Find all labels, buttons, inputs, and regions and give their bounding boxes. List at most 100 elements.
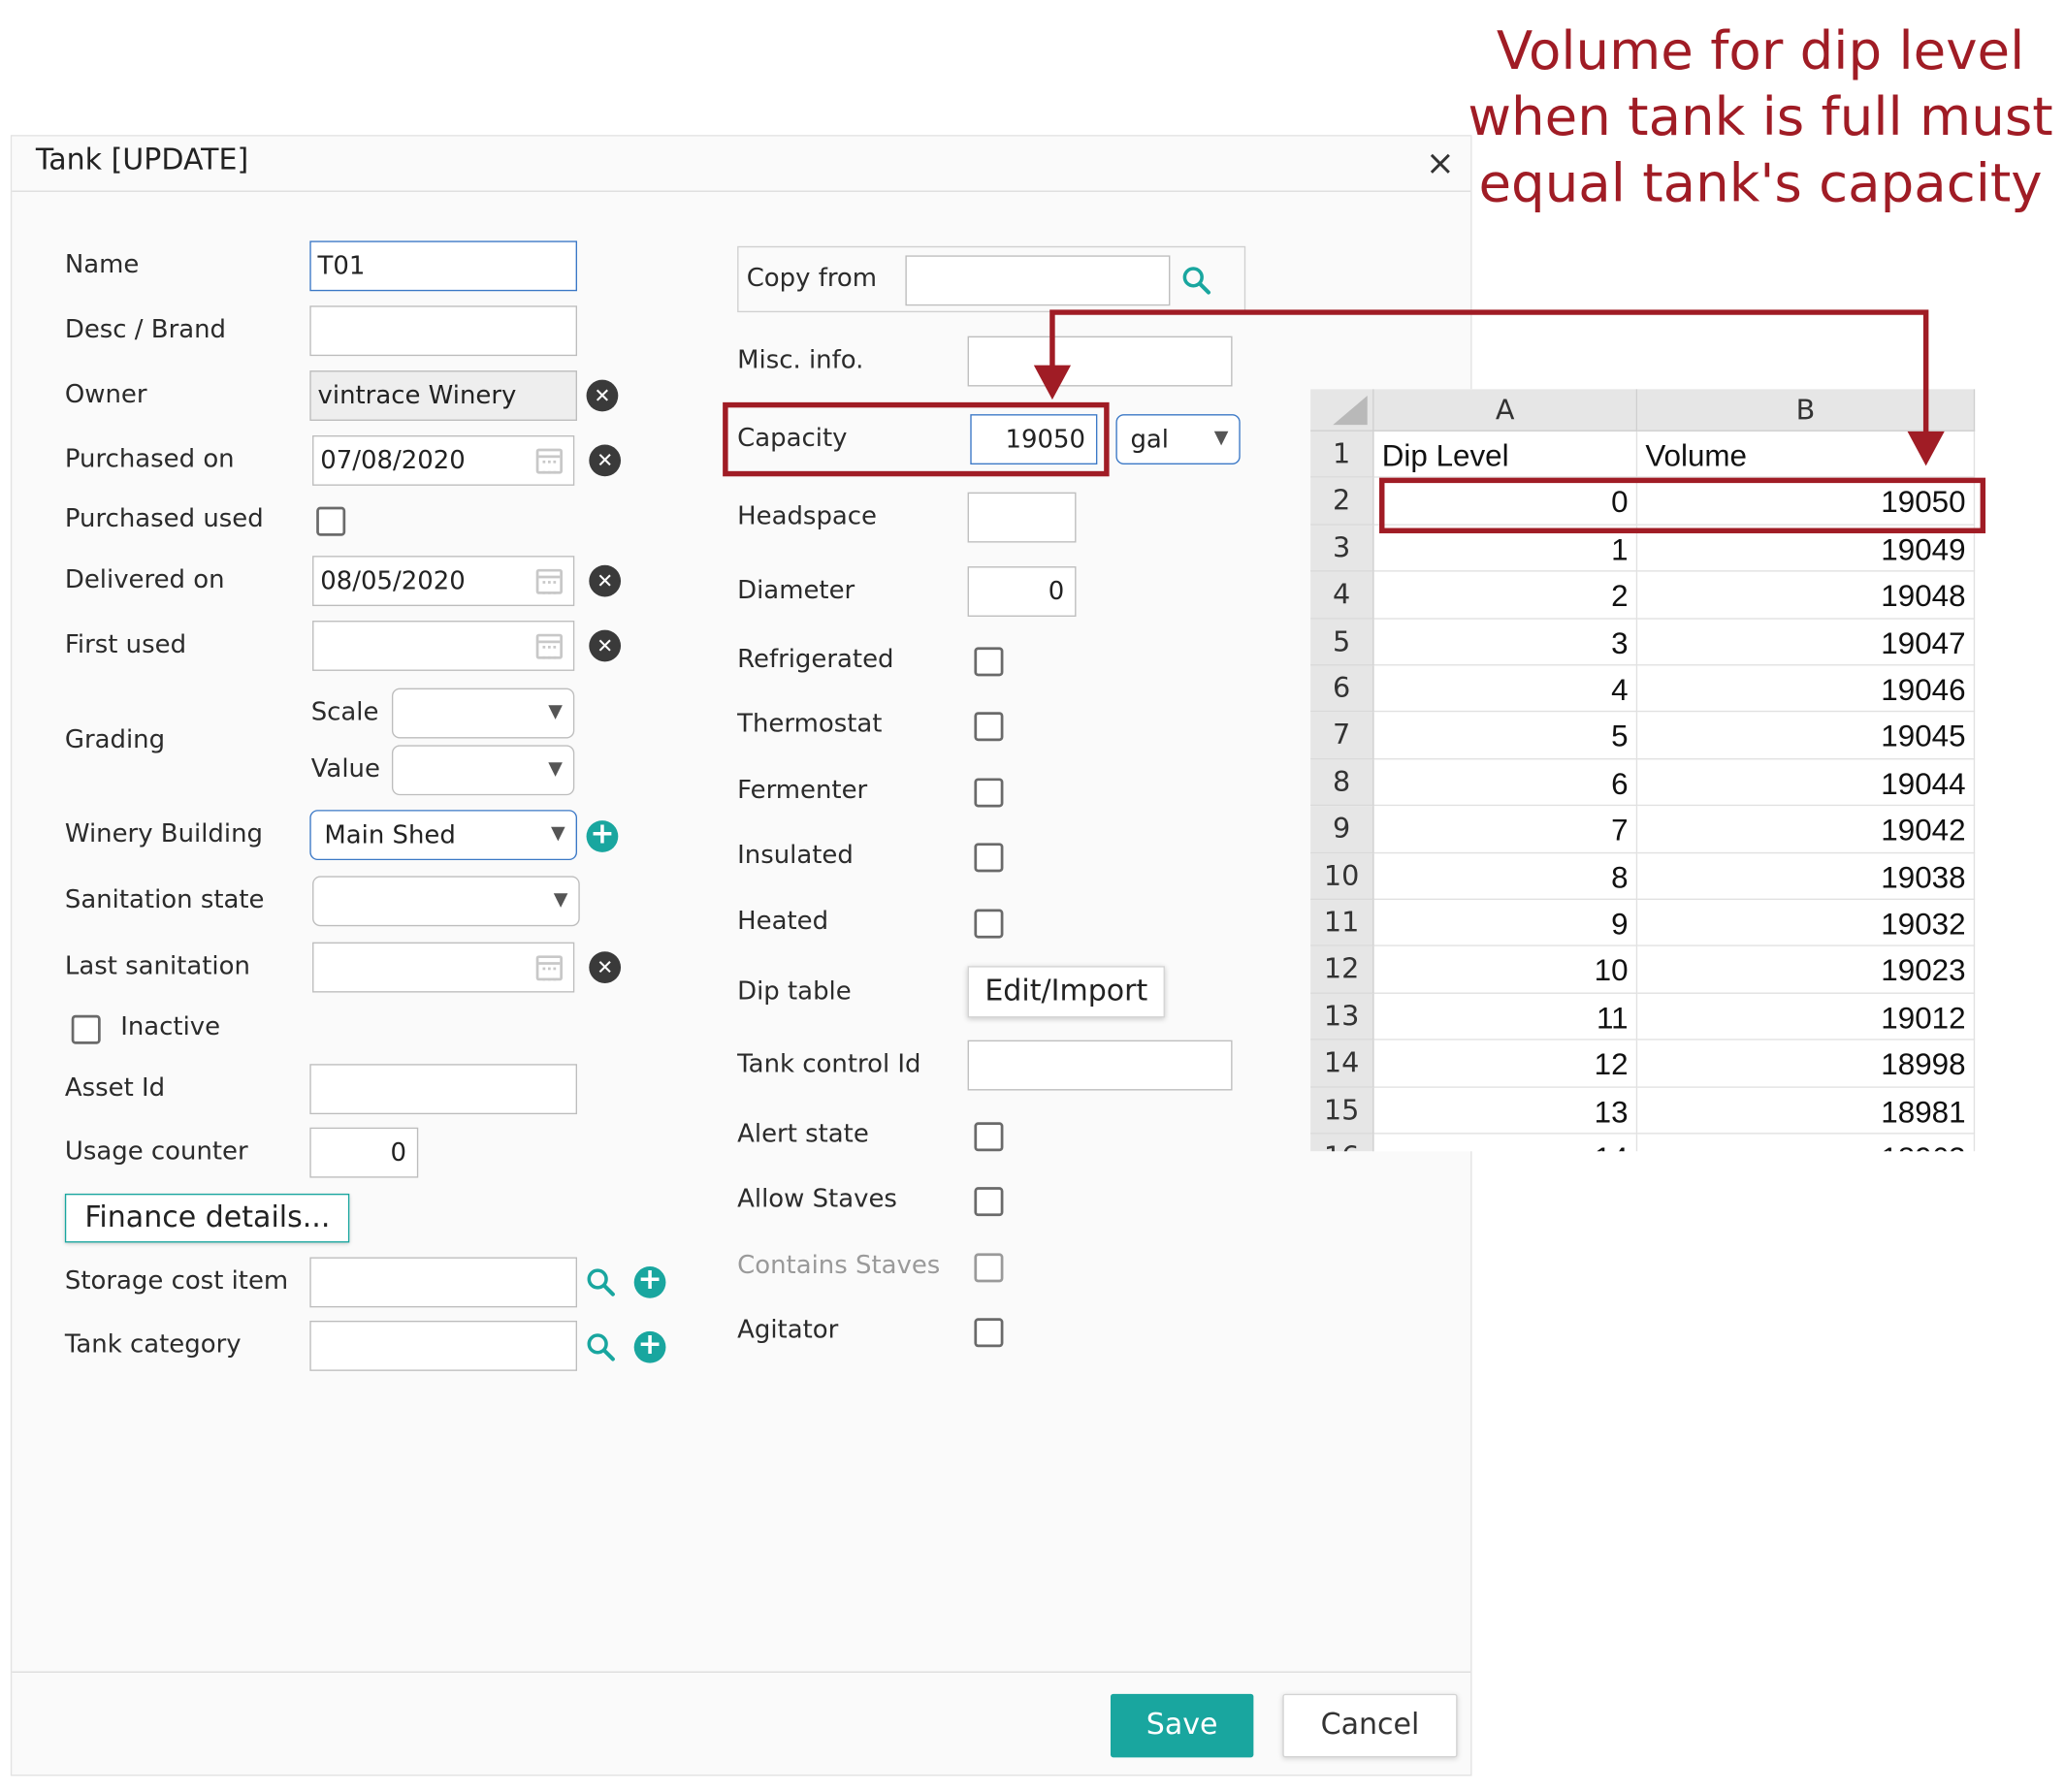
dip-level-cell[interactable]: 11 bbox=[1373, 993, 1638, 1040]
calendar-icon[interactable] bbox=[535, 568, 563, 594]
row-number[interactable]: 11 bbox=[1310, 899, 1374, 947]
asset-id-input[interactable] bbox=[309, 1064, 578, 1115]
last-sanitation-clear-icon[interactable]: ✕ bbox=[589, 951, 622, 983]
insulated-checkbox[interactable] bbox=[974, 843, 1004, 873]
row-number[interactable]: 13 bbox=[1310, 993, 1374, 1040]
add-tank-category-icon[interactable]: + bbox=[633, 1330, 666, 1363]
owner-clear-icon[interactable]: ✕ bbox=[586, 379, 619, 412]
volume-cell[interactable]: 18963 bbox=[1637, 1134, 1976, 1152]
purchased-used-checkbox[interactable] bbox=[316, 506, 346, 536]
volume-cell[interactable]: 19049 bbox=[1637, 525, 1976, 572]
dip-level-cell[interactable]: 12 bbox=[1373, 1040, 1638, 1088]
owner-input[interactable]: vintrace Winery bbox=[309, 370, 578, 421]
fermenter-checkbox[interactable] bbox=[974, 778, 1004, 808]
alert-state-checkbox[interactable] bbox=[974, 1122, 1004, 1152]
capacity-input[interactable]: 19050 bbox=[970, 414, 1098, 465]
column-header-b[interactable]: B bbox=[1637, 389, 1976, 432]
row-number[interactable]: 15 bbox=[1310, 1087, 1374, 1135]
row-number[interactable]: 14 bbox=[1310, 1040, 1374, 1088]
calendar-icon[interactable] bbox=[535, 955, 563, 981]
purchased-on-input[interactable]: 07/08/2020 bbox=[312, 434, 575, 486]
inactive-checkbox[interactable] bbox=[71, 1014, 101, 1044]
row-number[interactable]: 6 bbox=[1310, 665, 1374, 713]
finance-details-button[interactable]: Finance details... bbox=[64, 1193, 350, 1243]
row-number[interactable]: 8 bbox=[1310, 759, 1374, 807]
dip-level-cell[interactable]: 5 bbox=[1373, 712, 1638, 760]
row-number[interactable]: 7 bbox=[1310, 712, 1374, 760]
last-sanitation-input[interactable] bbox=[312, 942, 575, 993]
calendar-icon[interactable] bbox=[535, 448, 563, 474]
dip-level-cell[interactable]: 4 bbox=[1373, 665, 1638, 713]
copy-from-input[interactable] bbox=[905, 255, 1171, 306]
refrigerated-checkbox[interactable] bbox=[974, 647, 1004, 677]
volume-cell[interactable]: 19046 bbox=[1637, 665, 1976, 713]
dip-level-cell[interactable]: 3 bbox=[1373, 619, 1638, 666]
contains-staves-checkbox[interactable] bbox=[974, 1253, 1004, 1283]
search-icon[interactable] bbox=[585, 1266, 617, 1298]
tank-category-input[interactable] bbox=[309, 1320, 578, 1371]
dip-level-cell[interactable]: 2 bbox=[1373, 571, 1638, 620]
misc-info-input[interactable] bbox=[967, 336, 1233, 387]
select-all-corner[interactable] bbox=[1310, 389, 1374, 432]
volume-cell[interactable]: 18981 bbox=[1637, 1087, 1976, 1135]
volume-cell[interactable]: 19048 bbox=[1637, 571, 1976, 620]
dip-level-cell[interactable]: 1 bbox=[1373, 525, 1638, 572]
row-number[interactable]: 4 bbox=[1310, 571, 1374, 620]
dip-level-cell[interactable]: 0 bbox=[1373, 478, 1638, 526]
dip-level-cell[interactable]: 10 bbox=[1373, 946, 1638, 994]
thermostat-checkbox[interactable] bbox=[974, 712, 1004, 742]
tank-control-id-input[interactable] bbox=[967, 1040, 1233, 1091]
column-header-a[interactable]: A bbox=[1373, 389, 1638, 432]
save-button[interactable]: Save bbox=[1110, 1693, 1254, 1758]
volume-cell[interactable]: 19047 bbox=[1637, 619, 1976, 666]
search-icon[interactable] bbox=[585, 1331, 617, 1363]
volume-cell[interactable]: 18998 bbox=[1637, 1040, 1976, 1088]
scale-select[interactable]: ▼ bbox=[391, 688, 575, 739]
cancel-button[interactable]: Cancel bbox=[1282, 1693, 1458, 1758]
volume-cell[interactable]: 19032 bbox=[1637, 899, 1976, 947]
add-storage-cost-icon[interactable]: + bbox=[633, 1265, 666, 1298]
close-icon[interactable]: × bbox=[1426, 146, 1455, 180]
desc-brand-input[interactable] bbox=[309, 305, 578, 357]
row-number[interactable]: 3 bbox=[1310, 525, 1374, 572]
agitator-checkbox[interactable] bbox=[974, 1318, 1004, 1348]
row-number[interactable]: 1 bbox=[1310, 431, 1374, 479]
volume-cell[interactable]: 19042 bbox=[1637, 806, 1976, 853]
row-number[interactable]: 2 bbox=[1310, 478, 1374, 526]
dip-level-cell[interactable]: 14 bbox=[1374, 1134, 1638, 1152]
diameter-input[interactable]: 0 bbox=[967, 566, 1077, 617]
volume-cell[interactable]: 19045 bbox=[1637, 712, 1976, 760]
volume-cell[interactable]: 19012 bbox=[1637, 993, 1976, 1040]
dip-level-cell[interactable]: 7 bbox=[1373, 806, 1638, 853]
row-number[interactable]: 12 bbox=[1310, 946, 1374, 994]
usage-counter-input[interactable]: 0 bbox=[309, 1127, 419, 1178]
dip-level-cell[interactable]: 6 bbox=[1373, 759, 1638, 807]
volume-cell[interactable]: 19044 bbox=[1637, 759, 1976, 807]
dip-level-cell[interactable]: 9 bbox=[1373, 899, 1638, 947]
row-number[interactable]: 9 bbox=[1310, 806, 1374, 853]
value-select[interactable]: ▼ bbox=[391, 745, 575, 796]
capacity-unit-select[interactable]: gal ▼ bbox=[1115, 414, 1241, 465]
row-number[interactable]: 16 bbox=[1310, 1134, 1374, 1152]
headspace-input[interactable] bbox=[967, 492, 1077, 543]
allow-staves-checkbox[interactable] bbox=[974, 1187, 1004, 1217]
sanitation-state-select[interactable]: ▼ bbox=[312, 876, 580, 927]
name-input[interactable]: T01 bbox=[309, 240, 578, 292]
row-number[interactable]: 10 bbox=[1310, 852, 1374, 900]
heated-checkbox[interactable] bbox=[974, 909, 1004, 939]
row-number[interactable]: 5 bbox=[1310, 619, 1374, 666]
calendar-icon[interactable] bbox=[535, 633, 563, 659]
first-used-clear-icon[interactable]: ✕ bbox=[589, 629, 622, 662]
purchased-on-clear-icon[interactable]: ✕ bbox=[589, 444, 622, 477]
volume-cell[interactable]: 19038 bbox=[1637, 852, 1976, 900]
delivered-on-clear-icon[interactable]: ✕ bbox=[589, 564, 622, 597]
storage-cost-item-input[interactable] bbox=[309, 1257, 578, 1308]
edit-import-button[interactable]: Edit/Import bbox=[967, 966, 1165, 1018]
dip-level-cell[interactable]: 8 bbox=[1373, 852, 1638, 900]
sheet-cell[interactable]: Dip Level bbox=[1373, 431, 1638, 479]
sheet-cell[interactable]: Volume bbox=[1637, 431, 1976, 479]
search-icon[interactable] bbox=[1180, 265, 1212, 297]
volume-cell[interactable]: 19050 bbox=[1637, 478, 1976, 526]
dip-level-cell[interactable]: 13 bbox=[1373, 1087, 1638, 1135]
add-building-icon[interactable]: + bbox=[586, 819, 619, 852]
